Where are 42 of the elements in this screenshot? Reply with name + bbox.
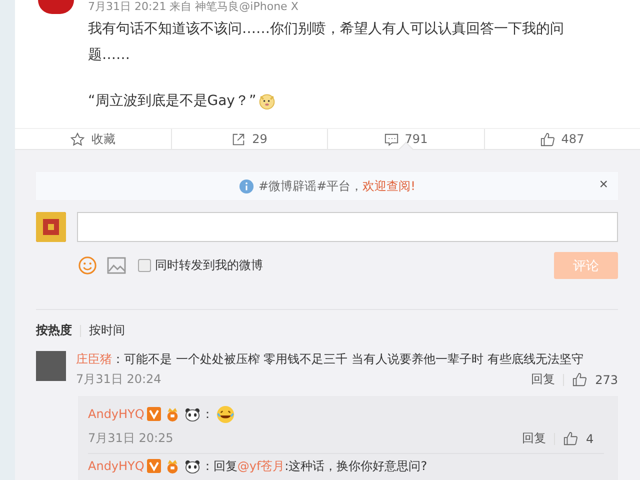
repost-label: 同时转发到我的微博 bbox=[155, 257, 263, 274]
notice-link[interactable]: 欢迎查阅! bbox=[362, 178, 416, 194]
close-button[interactable]: × bbox=[597, 176, 610, 194]
star-icon bbox=[70, 132, 86, 146]
info-icon bbox=[238, 178, 254, 194]
photo-placeholder bbox=[36, 351, 66, 381]
reply-text: :这种话，换你你好意思问? bbox=[284, 458, 428, 475]
image-icon bbox=[107, 257, 126, 274]
verified-badge-icon bbox=[147, 407, 162, 421]
comment-input-field[interactable] bbox=[77, 212, 618, 242]
reply-link[interactable]: 回复 bbox=[522, 430, 546, 447]
laughing-emoji-icon bbox=[216, 404, 236, 424]
action-button[interactable]: 29 bbox=[172, 129, 327, 149]
action-button[interactable]: 收藏 bbox=[15, 129, 170, 149]
panda-icon bbox=[184, 458, 202, 474]
like-count: 4 bbox=[586, 432, 595, 446]
reply-text: ： bbox=[201, 406, 214, 423]
like-count: 273 bbox=[595, 372, 618, 386]
dog-emoji-icon bbox=[258, 92, 276, 110]
reply-text: ：回复 bbox=[201, 458, 238, 475]
panda-icon bbox=[184, 406, 202, 422]
sort-tab[interactable]: 按热度 bbox=[36, 322, 72, 339]
comment-text: ：可能不是 一个处处被压榨 零用钱不足三千 当有人说要养他一辈子时 有些底线无法坚守 bbox=[112, 351, 584, 368]
repost-checkbox[interactable] bbox=[138, 259, 151, 272]
comment-icon bbox=[384, 132, 399, 146]
sort-tab[interactable]: 按时间 bbox=[89, 322, 125, 339]
thumbs-up-icon[interactable] bbox=[572, 372, 588, 387]
thumbs-up-icon bbox=[540, 132, 556, 146]
comment-time: 7月31日 20:24 bbox=[76, 371, 162, 388]
post-meta: 7月31日 20:21 来自 神笔马良@iPhone X bbox=[88, 0, 300, 14]
avatar bbox=[38, 0, 74, 14]
smiley-icon bbox=[78, 256, 97, 275]
reply-link[interactable]: 回复 bbox=[531, 371, 556, 388]
thumbs-up-icon[interactable] bbox=[563, 431, 578, 446]
post-text: 我有句话不知道该不该问……你们别喷，希望人有人可以认真回答一下我的问题…… bbox=[88, 20, 565, 65]
action-button[interactable]: 487 bbox=[484, 129, 640, 149]
verified-badge-icon bbox=[147, 459, 162, 473]
reply-time: 7月31日 20:25 bbox=[88, 430, 174, 447]
avatar bbox=[36, 212, 66, 242]
post-text: “周立波到底是不是Gay？” bbox=[88, 92, 256, 111]
notice-text: #微博辟谣#平台， bbox=[258, 178, 363, 194]
share-icon bbox=[231, 132, 246, 146]
